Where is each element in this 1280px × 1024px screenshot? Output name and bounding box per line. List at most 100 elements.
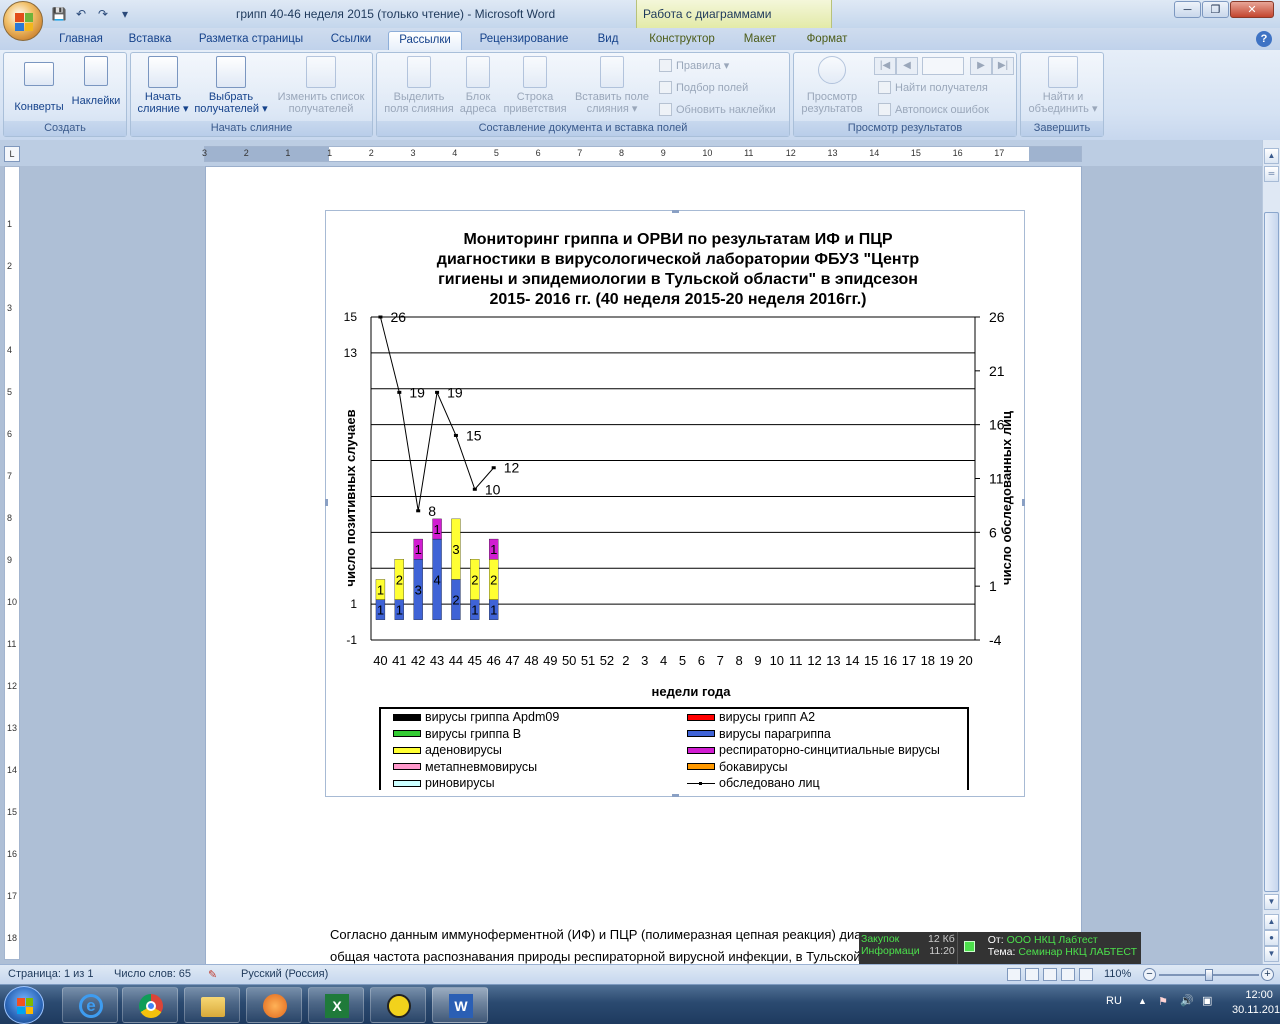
- address-block-label-1: Блок: [465, 91, 491, 103]
- prev-page-icon[interactable]: ▲: [1264, 914, 1279, 930]
- minimize-button[interactable]: ─: [1174, 1, 1201, 18]
- tab-insert[interactable]: Вставка: [120, 31, 180, 50]
- legend-item[interactable]: вирусы парагриппа: [687, 727, 831, 741]
- vertical-ruler[interactable]: 1 2 3 4 5 6 7 8 9 10 11 12 13 14 15 16 17 18: [4, 166, 20, 960]
- taskbar-app[interactable]: [370, 987, 426, 1023]
- y2-tick-label: 6: [989, 524, 997, 540]
- action-center-icon[interactable]: ▣: [1202, 994, 1212, 1007]
- last-record-button[interactable]: ▶|: [992, 57, 1014, 75]
- scroll-up-icon[interactable]: ▲: [1264, 148, 1279, 164]
- auto-check-button[interactable]: Автопоиск ошибок: [878, 103, 989, 116]
- undo-icon[interactable]: ↶: [72, 6, 90, 22]
- web-layout-icon[interactable]: [1043, 968, 1057, 981]
- ruler-toggle-button[interactable]: L: [4, 146, 20, 162]
- tab-home[interactable]: Главная: [50, 31, 112, 50]
- preview-results-button[interactable]: Просмотр результатов: [796, 56, 868, 115]
- start-button[interactable]: [4, 986, 44, 1024]
- record-number-input[interactable]: [922, 57, 964, 75]
- status-language[interactable]: Русский (Россия): [241, 968, 328, 980]
- zoom-in-button[interactable]: +: [1261, 968, 1274, 981]
- help-icon[interactable]: ?: [1256, 31, 1272, 47]
- full-screen-icon[interactable]: [1025, 968, 1039, 981]
- draft-icon[interactable]: [1079, 968, 1093, 981]
- taskbar-explorer[interactable]: [184, 987, 240, 1023]
- greeting-line-button[interactable]: Строка приветствия: [499, 56, 571, 115]
- envelopes-button[interactable]: Конверты: [10, 56, 68, 113]
- prev-record-button[interactable]: ◀: [896, 57, 918, 75]
- tab-review[interactable]: Рецензирование: [470, 31, 578, 50]
- tab-page-layout[interactable]: Разметка страницы: [190, 31, 312, 50]
- match-fields-button[interactable]: Подбор полей: [659, 81, 748, 94]
- tab-view[interactable]: Вид: [588, 31, 628, 50]
- taskbar-media[interactable]: [246, 987, 302, 1023]
- tab-chart-format[interactable]: Формат: [796, 31, 858, 50]
- office-button[interactable]: [3, 1, 43, 41]
- redo-icon[interactable]: ↷: [94, 6, 112, 22]
- address-block-button[interactable]: Блок адреса: [457, 56, 499, 115]
- legend-item[interactable]: аденовирусы: [393, 743, 502, 757]
- volume-icon[interactable]: 🔊: [1180, 994, 1194, 1007]
- tab-references[interactable]: Ссылки: [322, 31, 380, 50]
- line-data-label: 26: [390, 309, 406, 325]
- y2-axis-title: число обследованных лиц: [999, 411, 1014, 585]
- legend-item[interactable]: бокавирусы: [687, 760, 788, 774]
- tab-chart-layout[interactable]: Макет: [734, 31, 786, 50]
- tab-mailings[interactable]: Рассылки: [388, 31, 462, 50]
- ruler-label: 1: [285, 148, 291, 158]
- legend-item[interactable]: вирусы гриппа В: [393, 727, 521, 741]
- zoom-out-button[interactable]: −: [1143, 968, 1156, 981]
- spellcheck-icon[interactable]: ✎: [208, 968, 217, 981]
- browse-object-icon[interactable]: ●: [1264, 930, 1279, 946]
- status-page[interactable]: Страница: 1 из 1: [8, 968, 94, 980]
- first-record-button[interactable]: |◀: [874, 57, 896, 75]
- update-labels-button[interactable]: Обновить наклейки: [659, 103, 776, 116]
- scroll-split-icon[interactable]: ═: [1264, 166, 1279, 182]
- highlight-fields-button[interactable]: Выделить поля слияния: [379, 56, 459, 115]
- input-language[interactable]: RU: [1106, 995, 1122, 1007]
- scroll-down-icon[interactable]: ▼: [1264, 894, 1279, 910]
- outline-icon[interactable]: [1061, 968, 1075, 981]
- save-icon[interactable]: 💾: [50, 6, 68, 22]
- zoom-level[interactable]: 110%: [1104, 968, 1131, 980]
- vruler-label: 16: [7, 849, 18, 859]
- scroll-thumb[interactable]: [1264, 212, 1279, 892]
- vertical-scrollbar[interactable]: ▲ ═ ▼ ▲ ● ▼: [1262, 140, 1280, 964]
- legend-item[interactable]: вирусы грипп А2: [687, 710, 815, 724]
- legend-item[interactable]: обследовано лиц: [687, 776, 820, 790]
- next-record-button[interactable]: ▶: [970, 57, 992, 75]
- insert-merge-field-button[interactable]: Вставить поле слияния ▾: [571, 56, 653, 115]
- chart-legend[interactable]: вирусы гриппа Apdm09 вирусы грипп А2 вирус…: [379, 707, 969, 790]
- legend-item[interactable]: метапневмовирусы: [393, 760, 537, 774]
- network-icon[interactable]: ⚑: [1158, 995, 1168, 1008]
- line-marker: [472, 487, 477, 491]
- horizontal-ruler[interactable]: 3 2 1 1 2 3 4 5 6 7 8 9 10 11 12 13 14 15 16 17: [202, 146, 1082, 162]
- x-tick-label: 18: [921, 653, 935, 668]
- legend-item[interactable]: респираторно-синцитиальные вирусы: [687, 743, 940, 757]
- start-merge-button[interactable]: Начать слияние ▾: [135, 56, 191, 115]
- status-words[interactable]: Число слов: 65: [114, 968, 191, 980]
- labels-button[interactable]: Наклейки: [68, 56, 124, 107]
- restore-button[interactable]: ❐: [1202, 1, 1229, 18]
- tab-chart-design[interactable]: Конструктор: [640, 31, 724, 50]
- mail-subject-label: Тема:: [987, 946, 1016, 958]
- rules-button[interactable]: Правила ▾: [659, 59, 729, 72]
- print-layout-icon[interactable]: [1007, 968, 1021, 981]
- close-button[interactable]: ✕: [1230, 1, 1274, 18]
- find-recipient-button[interactable]: Найти получателя: [878, 81, 988, 94]
- taskbar-word[interactable]: W: [432, 987, 488, 1023]
- select-recipients-button[interactable]: Выбрать получателей ▾: [191, 56, 271, 115]
- clock[interactable]: 12:00 30.11.2015: [1232, 989, 1280, 1016]
- finish-merge-button[interactable]: Найти и объединить ▾: [1023, 56, 1103, 115]
- taskbar-chrome[interactable]: [122, 987, 178, 1023]
- qat-more-icon[interactable]: ▾: [116, 6, 134, 22]
- zoom-slider-thumb[interactable]: [1205, 969, 1213, 981]
- show-hidden-icons-icon[interactable]: ▲: [1138, 996, 1147, 1006]
- bar-data-label: 3: [452, 542, 459, 557]
- next-page-icon[interactable]: ▼: [1264, 946, 1279, 962]
- edit-recipients-button[interactable]: Изменить список получателей: [271, 56, 371, 115]
- taskbar-ie[interactable]: e: [62, 987, 118, 1023]
- legend-item[interactable]: риновирусы: [393, 776, 495, 790]
- taskbar-excel[interactable]: X: [308, 987, 364, 1023]
- mail-notification[interactable]: Закупок 12 Кб Информаци 11:20 От: ООО НКЦ …: [859, 932, 1141, 964]
- legend-item[interactable]: вирусы гриппа Apdm09: [393, 710, 559, 724]
